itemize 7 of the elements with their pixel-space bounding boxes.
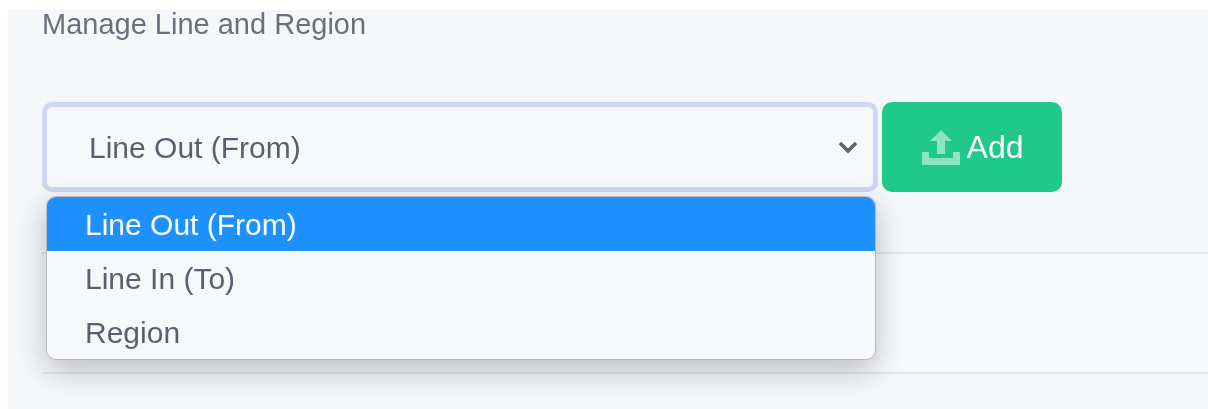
chevron-down-icon xyxy=(837,140,859,154)
upload-icon xyxy=(920,128,961,166)
dropdown-option[interactable]: Line In (To) xyxy=(47,251,875,305)
type-select[interactable]: Line Out (From) xyxy=(42,102,878,192)
select-value: Line Out (From) xyxy=(89,129,301,166)
dropdown-option[interactable]: Region xyxy=(47,305,875,359)
dropdown-option[interactable]: Line Out (From) xyxy=(47,197,875,251)
